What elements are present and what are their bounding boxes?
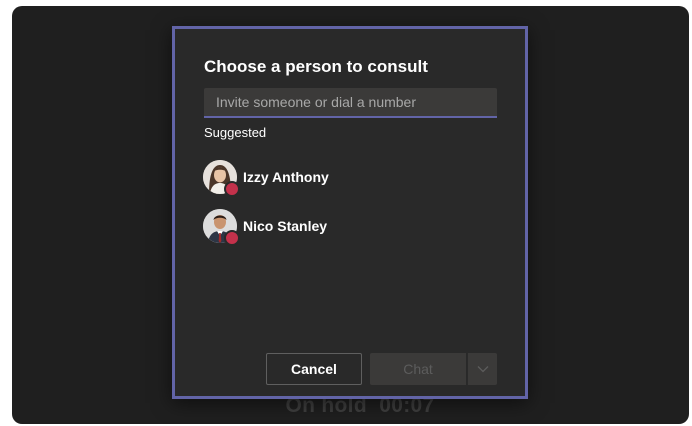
chat-button[interactable]: Chat (370, 353, 466, 385)
person-name: Izzy Anthony (243, 169, 329, 185)
presence-busy-icon (224, 230, 240, 246)
suggested-heading: Suggested (204, 125, 267, 140)
chevron-down-icon (477, 366, 488, 373)
suggested-person-nico-stanley[interactable]: Nico Stanley (203, 209, 463, 246)
consult-dialog: Choose a person to consult Suggested Izz… (172, 26, 528, 399)
dialog-title: Choose a person to consult (204, 57, 428, 76)
cancel-button[interactable]: Cancel (266, 353, 362, 385)
invite-search-input[interactable] (204, 88, 497, 118)
presence-busy-icon (224, 181, 240, 197)
call-window: On hold 00:07 Choose a person to consult… (12, 6, 689, 424)
suggested-person-izzy-anthony[interactable]: Izzy Anthony (203, 160, 463, 197)
person-name: Nico Stanley (243, 218, 328, 234)
chat-options-dropdown-button[interactable] (467, 353, 497, 385)
